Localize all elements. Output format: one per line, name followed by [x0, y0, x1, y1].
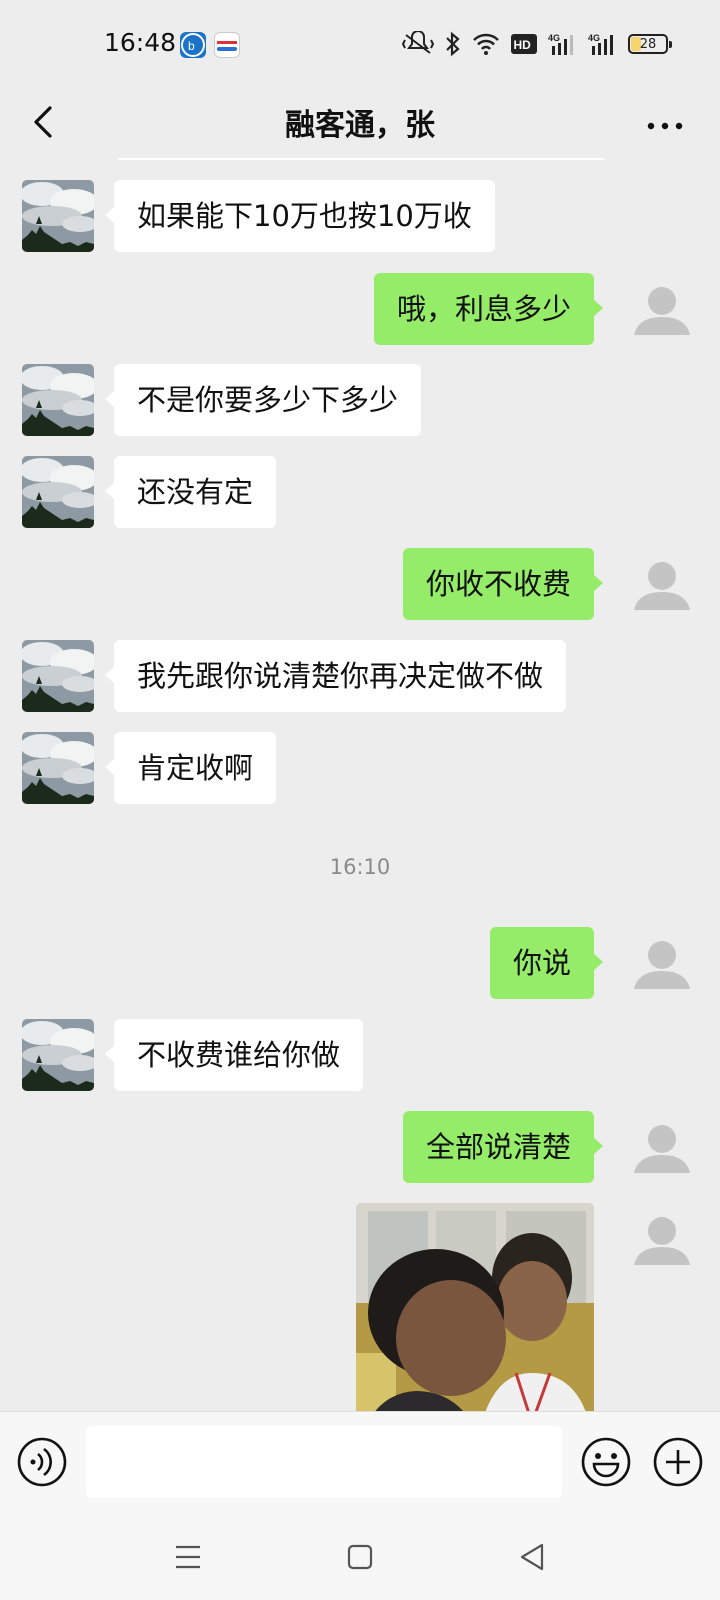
message-bubble[interactable]: 全部说清楚	[402, 1111, 604, 1183]
app-icon-2	[214, 32, 240, 58]
message-row: 如果能下10万也按10万收	[0, 180, 720, 252]
status-bar: 16:48 b HD 4G 4G 28	[0, 0, 720, 88]
message-row: 哦，利息多少	[0, 273, 720, 345]
plus-icon[interactable]	[652, 1436, 704, 1488]
emoji-icon[interactable]	[580, 1436, 632, 1488]
contact-avatar[interactable]	[22, 732, 94, 804]
chat-header: 融客通，张	[0, 88, 720, 158]
user-avatar[interactable]	[626, 1111, 698, 1183]
contact-avatar[interactable]	[22, 364, 94, 436]
message-bubble[interactable]: 不收费谁给你做	[104, 1019, 364, 1091]
status-icons: HD 4G 4G 28	[402, 30, 672, 58]
more-dots-icon[interactable]	[640, 100, 690, 144]
chat-title: 融客通，张	[285, 108, 435, 143]
svg-text:b: b	[188, 39, 195, 53]
photo-message[interactable]	[356, 1203, 594, 1411]
message-bubble[interactable]: 我先跟你说清楚你再决定做不做	[104, 640, 567, 712]
message-bubble[interactable]: 如果能下10万也按10万收	[105, 180, 495, 252]
app-icon-1: b	[180, 32, 206, 58]
message-bubble[interactable]: 不是你要多少下多少	[104, 364, 422, 436]
message-row: 肯定收啊	[0, 732, 720, 804]
message-bubble[interactable]: 你说	[489, 927, 604, 999]
message-timestamp: 16:10	[329, 855, 391, 879]
contact-avatar[interactable]	[22, 1019, 94, 1091]
hd-icon: HD	[511, 34, 537, 54]
message-row: 我先跟你说清楚你再决定做不做	[0, 640, 720, 712]
svg-text:HD: HD	[514, 38, 532, 52]
signal-4g-icon: 4G	[548, 33, 573, 55]
svg-text:4G: 4G	[588, 33, 600, 43]
user-avatar[interactable]	[626, 1203, 698, 1275]
photo-image	[356, 1203, 594, 1411]
mute-icon	[402, 31, 434, 54]
back-triangle-icon[interactable]	[512, 1537, 552, 1577]
wifi-icon	[473, 33, 499, 55]
contact-avatar[interactable]	[22, 640, 94, 712]
user-avatar[interactable]	[626, 927, 698, 999]
message-row: 不收费谁给你做	[0, 1019, 720, 1091]
bluetooth-icon	[446, 31, 460, 57]
contact-avatar[interactable]	[22, 180, 94, 252]
message-row: 不是你要多少下多少	[0, 364, 720, 436]
message-bubble[interactable]: 哦，利息多少	[373, 273, 604, 345]
voice-icon[interactable]	[16, 1436, 68, 1488]
message-row: 全部说清楚	[0, 1111, 720, 1183]
svg-text:4G: 4G	[548, 33, 560, 43]
message-row: 你收不收费	[0, 548, 720, 620]
menu-icon[interactable]	[168, 1537, 208, 1577]
battery-level-text: 28	[639, 36, 657, 52]
battery-icon: 28	[628, 34, 672, 54]
message-input[interactable]	[86, 1426, 562, 1498]
message-bubble[interactable]: 肯定收啊	[104, 732, 277, 804]
input-bar	[0, 1411, 720, 1515]
message-bubble[interactable]: 你收不收费	[402, 548, 604, 620]
home-icon[interactable]	[340, 1537, 380, 1577]
signal-4g-icon: 4G	[588, 33, 613, 55]
system-navigation-bar	[0, 1515, 720, 1600]
user-avatar[interactable]	[626, 273, 698, 345]
message-row: 你说	[0, 927, 720, 999]
contact-avatar[interactable]	[22, 456, 94, 528]
user-avatar[interactable]	[626, 548, 698, 620]
message-row: 还没有定	[0, 456, 720, 528]
status-time: 16:48	[104, 28, 177, 57]
message-list[interactable]: 如果能下10万也按10万收 哦，利息多少 不是你要多少下多少 还没有定 你收不收…	[0, 158, 720, 1411]
message-row	[0, 1203, 720, 1411]
divider	[118, 158, 604, 160]
message-bubble[interactable]: 还没有定	[104, 456, 277, 528]
